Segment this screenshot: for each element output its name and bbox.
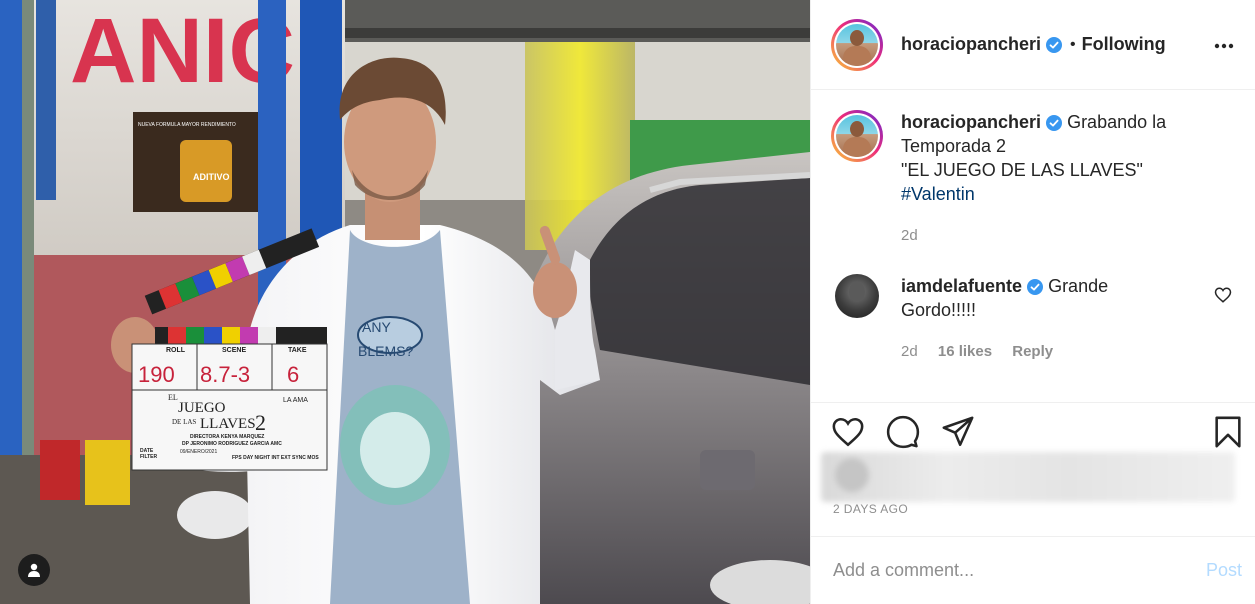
post-comment-button[interactable]: Post — [1206, 560, 1242, 581]
clap-roll-label: ROLL — [166, 347, 186, 354]
clap-directora: DIRECTORA KENYA MARQUEZ — [190, 434, 264, 440]
post-actions — [811, 402, 1255, 458]
comment-like-heart-icon[interactable] — [1214, 286, 1232, 304]
liked-by-blurred — [821, 452, 1235, 502]
post-header: horaciopancheri • Following — [811, 0, 1255, 90]
clap-title-main: JUEGO — [178, 400, 226, 416]
clap-scene: 8.7-3 — [200, 362, 250, 387]
verified-badge-icon — [1027, 279, 1044, 296]
paper-plane-icon[interactable] — [941, 415, 975, 449]
author-avatar[interactable] — [831, 18, 883, 71]
commenter-avatar[interactable] — [835, 274, 879, 318]
clap-la-ama: LA AMA — [283, 397, 308, 404]
shirt-text-2: BLEMS? — [358, 343, 413, 359]
verified-badge-icon — [1046, 36, 1063, 53]
clap-dp: DP JERONIMO RODRIGUEZ GARCIA AMC — [182, 441, 282, 447]
caption-age[interactable]: 2d — [901, 227, 918, 244]
comment-text-2: Gordo!!!!! — [901, 300, 977, 320]
verified-badge-icon — [1046, 115, 1063, 132]
poster-line: NUEVA FORMULA MAYOR RENDIMIENTO — [138, 122, 236, 128]
clap-title-num: 2 — [255, 410, 266, 435]
caption-avatar[interactable] — [831, 110, 883, 162]
user-tag-button[interactable] — [18, 554, 50, 586]
clap-fps: FPS DAY NIGHT INT EXT SYNC MOS — [232, 455, 319, 461]
more-horizontal-icon — [1214, 43, 1234, 49]
commenter-username[interactable]: iamdelafuente — [901, 276, 1022, 296]
more-options-button[interactable] — [1212, 34, 1236, 58]
heart-icon[interactable] — [831, 415, 865, 449]
clap-scene-label: SCENE — [222, 347, 246, 354]
comment-age[interactable]: 2d — [901, 343, 918, 360]
caption-hashtag[interactable]: #Valentin — [901, 184, 975, 204]
comment-text-1: Grande — [1048, 276, 1109, 296]
caption: horaciopancheri Grabando la Temporada 2 … — [831, 110, 1236, 248]
clap-title-llaves: LLAVES — [200, 416, 256, 432]
clap-roll: 190 — [138, 362, 175, 387]
comment-likes[interactable]: 16 likes — [938, 343, 992, 360]
clap-title-sub: DE LAS — [172, 418, 196, 426]
header-separator: • — [1070, 35, 1076, 53]
shirt-text: ANY — [362, 319, 391, 335]
caption-line-2: Temporada 2 — [901, 136, 1007, 156]
post-image: ANIC ADITIVO NUEVA FORMULA MAYOR RENDIMI… — [0, 0, 810, 604]
add-comment-input[interactable] — [833, 560, 1206, 581]
poster-brand: ADITIVO — [193, 172, 230, 182]
comment-item: iamdelafuente Grande Gordo!!!!! 2d 16 li… — [831, 274, 1236, 364]
bookmark-icon[interactable] — [1211, 415, 1245, 449]
post-side-panel: horaciopancheri • Following horaciopanch… — [810, 0, 1255, 604]
comment-reply-button[interactable]: Reply — [1012, 343, 1053, 360]
comments-section: horaciopancheri Grabando la Temporada 2 … — [811, 90, 1255, 400]
post-photo[interactable]: ANIC ADITIVO NUEVA FORMULA MAYOR RENDIMI… — [0, 0, 810, 604]
author-username[interactable]: horaciopancheri — [901, 34, 1041, 55]
caption-username[interactable]: horaciopancheri — [901, 112, 1041, 132]
caption-line-3: "EL JUEGO DE LAS LLAVES" — [901, 160, 1143, 180]
clap-take-label: TAKE — [288, 347, 307, 354]
clap-take: 6 — [287, 362, 299, 387]
comment-meta: 2d 16 likes Reply — [901, 340, 1201, 364]
comment-body: iamdelafuente Grande Gordo!!!!! 2d 16 li… — [901, 274, 1201, 364]
clap-filter-label: FILTER — [140, 454, 158, 460]
user-tag-icon — [28, 563, 40, 577]
caption-body: horaciopancheri Grabando la Temporada 2 … — [901, 110, 1201, 248]
post-timestamp[interactable]: 2 DAYS AGO — [833, 502, 908, 516]
clap-date: 09/ENERO/2021 — [180, 449, 217, 455]
clap-title-top: EL — [168, 393, 178, 402]
add-comment-bar: Post — [811, 536, 1255, 604]
caption-line-1: Grabando la — [1067, 112, 1167, 132]
comment-icon[interactable] — [886, 415, 920, 449]
caption-meta: 2d — [901, 224, 1201, 248]
following-button[interactable]: Following — [1082, 34, 1166, 55]
